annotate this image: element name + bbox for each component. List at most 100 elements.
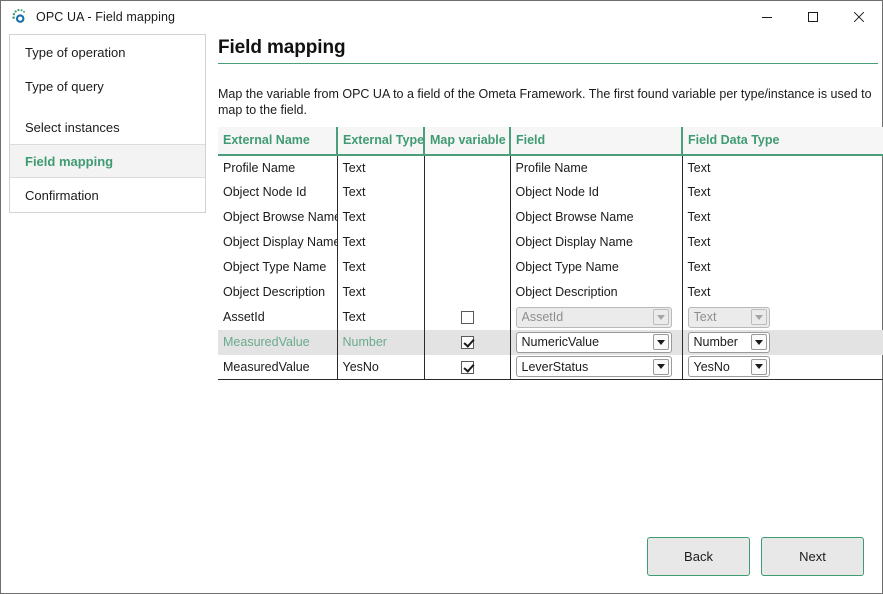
column-header-map-variable[interactable]: Map variable <box>424 127 510 155</box>
external-name-cell: Object Browse Name <box>218 205 337 230</box>
field-data-type-cell: Text <box>682 205 883 230</box>
chevron-down-icon[interactable] <box>751 309 767 325</box>
wizard-footer: Back Next <box>218 537 878 593</box>
field-data-type-dropdown-cell: Text <box>682 305 883 330</box>
title-divider <box>218 63 878 64</box>
back-button[interactable]: Back <box>647 537 750 576</box>
map-variable-cell <box>424 330 510 355</box>
map-variable-checkbox[interactable] <box>461 311 474 324</box>
close-icon[interactable] <box>836 1 882 32</box>
field-cell: Object Description <box>510 280 682 305</box>
maximize-icon[interactable] <box>790 1 836 32</box>
external-type-cell-text: Text <box>343 285 366 299</box>
external-name-cell: Object Description <box>218 280 337 305</box>
external-type-cell-text: YesNo <box>343 360 379 374</box>
field-data-type-dropdown-value: Number <box>694 335 747 349</box>
column-header-external-type[interactable]: External Type <box>337 127 424 155</box>
map-variable-cell <box>424 355 510 380</box>
map-variable-checkbox[interactable] <box>461 361 474 374</box>
external-name-cell: MeasuredValue <box>218 330 337 355</box>
table-header: External NameExternal TypeMap variableFi… <box>218 127 883 155</box>
external-name-cell-text: Object Type Name <box>223 260 326 274</box>
window-body: Type of operationType of query Select ins… <box>1 32 882 593</box>
field-dropdown[interactable]: NumericValue <box>516 332 672 353</box>
field-data-type-dropdown-value: Text <box>694 310 747 324</box>
field-data-type-cell: Text <box>682 230 883 255</box>
table-row[interactable]: Object Node IdTextObject Node IdText <box>218 180 883 205</box>
table-row[interactable]: AssetId Text AssetId Text <box>218 305 883 330</box>
external-name-cell: AssetId <box>218 305 337 330</box>
minimize-icon[interactable] <box>744 1 790 32</box>
field-data-type-dropdown[interactable]: YesNo <box>688 356 770 377</box>
external-name-cell-text: Profile Name <box>223 161 295 175</box>
external-type-cell-text: Text <box>343 310 366 324</box>
field-data-type-dropdown[interactable]: Text <box>688 307 770 328</box>
table-row[interactable]: Object Browse Name Text Object Browse Name… <box>218 205 883 230</box>
sidebar-item-field-mapping[interactable]: Field mapping <box>10 144 205 178</box>
external-name-cell-text: Object Description <box>223 285 325 299</box>
external-name-cell: Object Display Name <box>218 230 337 255</box>
field-dropdown[interactable]: AssetId <box>516 307 672 328</box>
external-type-cell-text: Text <box>343 235 366 249</box>
column-header-label: External Name <box>223 133 310 147</box>
field-data-type-cell-text: Text <box>688 161 711 175</box>
field-data-type-dropdown[interactable]: Number <box>688 332 770 353</box>
external-type-cell: YesNo <box>337 355 424 380</box>
field-cell-text: Profile Name <box>516 161 588 175</box>
sidebar-item-type-of-operation[interactable]: Type of operation <box>10 35 205 69</box>
external-name-cell-text: MeasuredValue <box>223 360 310 374</box>
sidebar-item-label: Confirmation <box>25 188 99 203</box>
field-data-type-cell: Text <box>682 155 883 180</box>
chevron-down-icon[interactable] <box>751 359 767 375</box>
field-data-type-cell-text: Text <box>688 185 711 199</box>
field-data-type-dropdown-cell: YesNo <box>682 355 883 380</box>
field-dropdown-cell: NumericValue <box>510 330 682 355</box>
chevron-down-icon[interactable] <box>653 309 669 325</box>
table-row[interactable]: Profile NameTextProfile NameText <box>218 155 883 180</box>
sidebar-item-confirmation[interactable]: Confirmation <box>10 178 205 212</box>
chevron-down-icon[interactable] <box>653 334 669 350</box>
external-type-cell-text: Text <box>343 260 366 274</box>
table-row[interactable]: MeasuredValue Number NumericValue Number <box>218 330 883 355</box>
field-cell-text: Object Type Name <box>516 260 619 274</box>
map-variable-cell <box>424 305 510 330</box>
field-data-type-dropdown-cell: Number <box>682 330 883 355</box>
field-cell: Object Browse Name <box>510 205 682 230</box>
table-body: Profile NameTextProfile NameTextObject N… <box>218 155 883 380</box>
field-dropdown[interactable]: LeverStatus <box>516 356 672 377</box>
field-data-type-cell: Text <box>682 280 883 305</box>
external-type-cell-text: Number <box>343 335 387 349</box>
column-header-field[interactable]: Field <box>510 127 682 155</box>
title-bar: OPC UA - Field mapping <box>1 1 882 32</box>
chevron-down-icon[interactable] <box>751 334 767 350</box>
field-mapping-table: External NameExternal TypeMap variableFi… <box>218 127 883 381</box>
table-row[interactable]: Object DescriptionTextObject Description… <box>218 280 883 305</box>
map-variable-cell <box>424 255 510 280</box>
field-data-type-cell: Text <box>682 180 883 205</box>
sidebar-item-select-instances[interactable]: Select instances <box>10 110 205 144</box>
table-row[interactable]: Object Type NameTextObject Type NameText <box>218 255 883 280</box>
column-header-external-name[interactable]: External Name <box>218 127 337 155</box>
field-cell-text: Object Display Name <box>516 235 633 249</box>
sidebar-item-label: Select instances <box>25 120 120 135</box>
chevron-down-icon[interactable] <box>653 359 669 375</box>
field-dropdown-value: AssetId <box>522 310 649 324</box>
external-type-cell: Number <box>337 330 424 355</box>
map-variable-checkbox[interactable] <box>461 336 474 349</box>
page-description: Map the variable from OPC UA to a field … <box>218 86 878 118</box>
table-row[interactable]: MeasuredValue YesNo LeverStatus YesNo <box>218 355 883 380</box>
next-button[interactable]: Next <box>761 537 864 576</box>
window-title: OPC UA - Field mapping <box>36 10 175 24</box>
field-dropdown-cell: LeverStatus <box>510 355 682 380</box>
field-data-type-cell-text: Text <box>688 235 711 249</box>
sidebar-item-type-of-query[interactable]: Type of query <box>10 69 205 103</box>
field-cell: Object Display Name <box>510 230 682 255</box>
field-cell: Profile Name <box>510 155 682 180</box>
field-data-type-cell-text: Text <box>688 210 711 224</box>
external-name-cell-text: Object Browse Name <box>223 210 337 224</box>
window-controls <box>744 1 882 32</box>
column-header-field-data-type[interactable]: Field Data Type <box>682 127 883 155</box>
table-row[interactable]: Object Display Name Text Object Display Na… <box>218 230 883 255</box>
table-header-row: External NameExternal TypeMap variableFi… <box>218 127 883 155</box>
external-name-cell: MeasuredValue <box>218 355 337 380</box>
